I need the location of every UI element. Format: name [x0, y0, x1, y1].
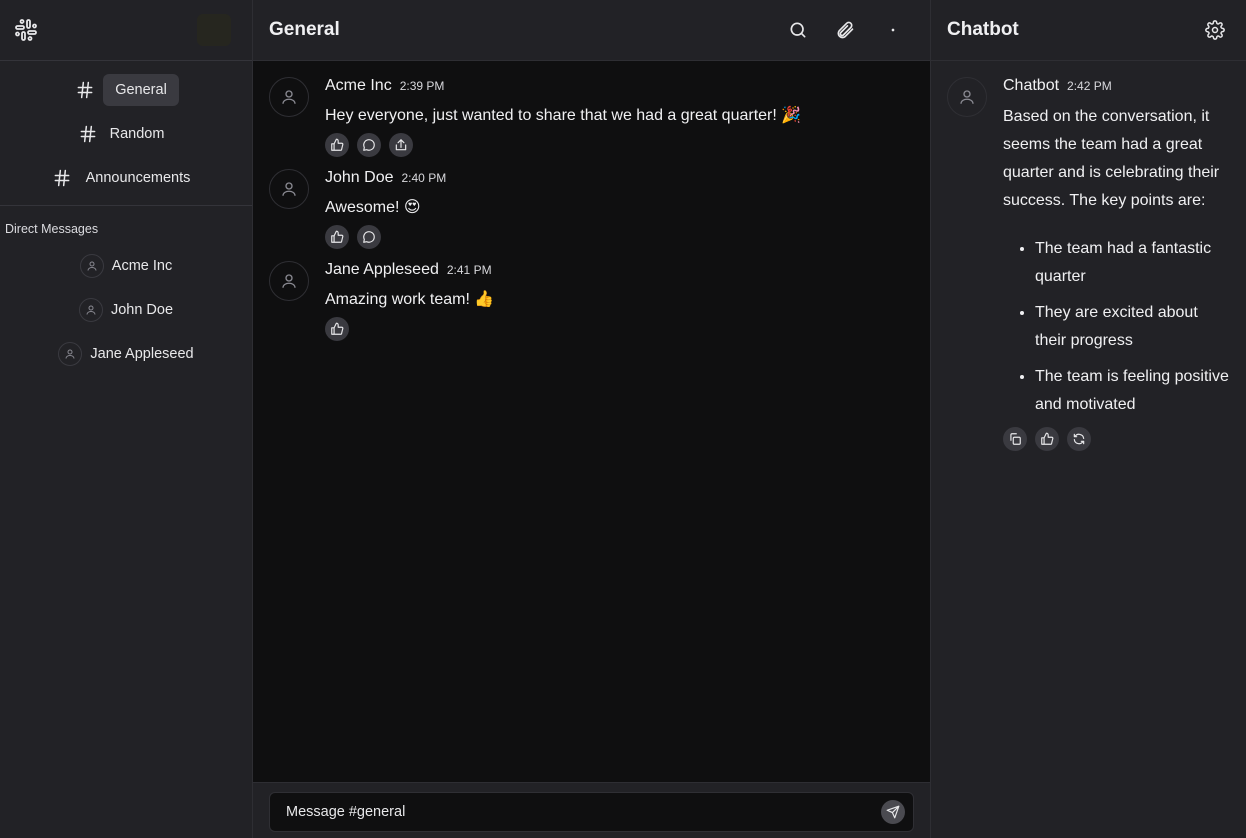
sidebar-header [0, 0, 252, 61]
message-actions [325, 317, 914, 341]
paperclip-icon[interactable] [833, 18, 857, 42]
channel-label[interactable]: Random [106, 118, 177, 150]
dm-item-john-doe[interactable]: John Doe [0, 288, 252, 332]
message-input[interactable] [270, 804, 881, 820]
channel-item-general[interactable]: General [0, 72, 252, 108]
chatbot-message: Chatbot 2:42 PM Based on the conversatio… [931, 61, 1246, 451]
thumbs-up-icon[interactable] [325, 317, 349, 341]
message-time: 2:39 PM [399, 79, 445, 93]
chatbot-points: The team had a fantastic quarter They ar… [1003, 235, 1230, 419]
send-icon[interactable] [881, 800, 905, 824]
sidebar: General Random Announcements Direct Mess… [0, 0, 253, 838]
copy-icon[interactable] [1003, 427, 1027, 451]
chatbot-panel: Chatbot Chatbot 2:42 PM Based on the con… [930, 0, 1246, 838]
channel-label[interactable]: Announcements [80, 162, 203, 194]
dm-item-acme-inc[interactable]: Acme Inc [0, 244, 252, 288]
composer [269, 792, 914, 832]
list-item: The team had a fantastic quarter [1035, 235, 1230, 291]
message: Jane Appleseed 2:41 PM Amazing work team… [269, 261, 914, 341]
composer-bar [253, 782, 930, 838]
more-dot-icon[interactable] [881, 18, 905, 42]
share-icon[interactable] [389, 133, 413, 157]
workspace-button[interactable] [197, 14, 231, 46]
dm-name: Jane Appleseed [90, 346, 194, 362]
hash-icon [50, 166, 74, 190]
message-text: Hey everyone, just wanted to share that … [325, 107, 802, 124]
app: General Random Announcements Direct Mess… [0, 0, 1246, 838]
message-list: Acme Inc 2:39 PM Hey everyone, just want… [253, 61, 930, 341]
user-icon [269, 261, 309, 301]
message-author: Jane Appleseed [325, 261, 439, 278]
channel-header: General [253, 0, 930, 61]
user-icon [78, 298, 103, 322]
message-text: Amazing work team! 👍 [325, 291, 495, 308]
message: John Doe 2:40 PM Awesome! 😍 [269, 169, 914, 249]
message-author: Acme Inc [325, 77, 392, 94]
thumbs-up-icon[interactable] [1035, 427, 1059, 451]
chatbot-intro: Based on the conversation, it seems the … [1003, 108, 1220, 209]
search-icon[interactable] [786, 18, 810, 42]
message-text: Awesome! 😍 [325, 199, 421, 216]
message-time: 2:41 PM [446, 263, 492, 277]
thumbs-up-icon[interactable] [325, 133, 349, 157]
message-actions [325, 133, 914, 157]
message-author: Chatbot [1003, 77, 1060, 94]
dm-item-jane-appleseed[interactable]: Jane Appleseed [0, 332, 252, 376]
comment-icon[interactable] [357, 133, 381, 157]
user-icon [58, 342, 83, 366]
user-icon [947, 77, 987, 117]
message-time: 2:42 PM [1067, 79, 1112, 93]
list-item: They are excited about their progress [1035, 299, 1230, 355]
refresh-icon[interactable] [1067, 427, 1091, 451]
message-time: 2:40 PM [401, 171, 447, 185]
message: Acme Inc 2:39 PM Hey everyone, just want… [269, 77, 914, 157]
gear-icon[interactable] [1203, 18, 1227, 42]
chatbot-header: Chatbot [931, 0, 1246, 61]
message-actions [325, 225, 914, 249]
thumbs-up-icon[interactable] [325, 225, 349, 249]
chatbot-actions [1003, 427, 1230, 451]
dm-name: Acme Inc [111, 258, 173, 274]
hash-icon [76, 122, 100, 146]
chatbot-title: Chatbot [947, 19, 1019, 40]
user-icon [269, 77, 309, 117]
direct-messages-heading: Direct Messages [5, 222, 99, 236]
channel-label[interactable]: General [103, 74, 179, 106]
user-icon [79, 254, 104, 278]
message-author: John Doe [325, 169, 394, 186]
channel-item-announcements[interactable]: Announcements [0, 160, 252, 196]
hash-icon [73, 78, 97, 102]
channel-title: General [269, 19, 340, 40]
channel-item-random[interactable]: Random [0, 116, 252, 152]
slack-logo-icon[interactable] [14, 18, 38, 42]
dm-name: John Doe [110, 302, 174, 318]
list-item: The team is feeling positive and motivat… [1035, 363, 1230, 419]
user-icon [269, 169, 309, 209]
comment-icon[interactable] [357, 225, 381, 249]
channel-view: General Acme Inc 2:39 PM Hey everyone, j… [253, 0, 930, 838]
channel-list: General Random Announcements [0, 61, 252, 206]
